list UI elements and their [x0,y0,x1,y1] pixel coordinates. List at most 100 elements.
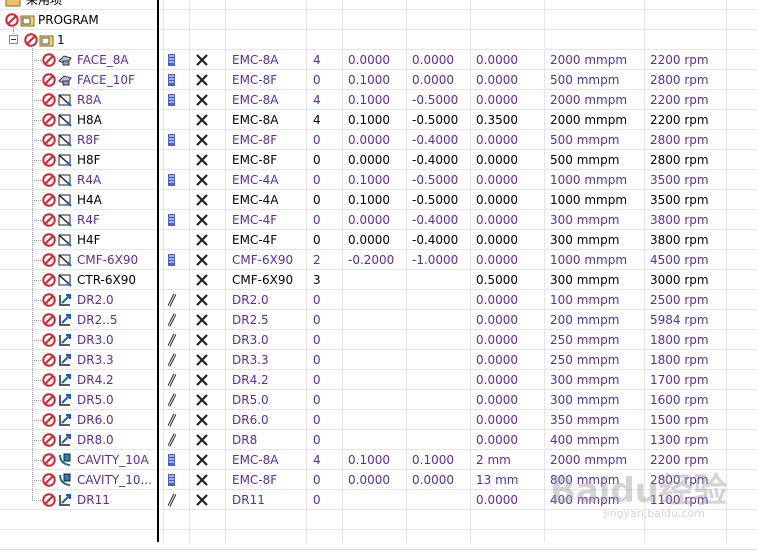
cell-rpm: 5984 rpm [650,313,709,327]
tree-connector [32,500,41,501]
path-icon [168,454,175,466]
cell-rpm: 2800 rpm [650,153,709,167]
x-mark-icon [196,274,208,286]
operation-row[interactable]: DR3.0 DR3.0 0 0.0000 250 mmpm 1800 rpm [0,330,757,350]
cell-rpm: 1800 rpm [650,353,709,367]
operation-row[interactable]: FACE_8A EMC-8A 4 0.0000 0.0000 0.0000 2000 mmp… [0,50,757,70]
tree-connector [32,44,33,501]
cell-b [408,270,412,290]
operation-row[interactable]: DR5.0 DR5.0 0 0.0000 300 mmpm 1600 rpm [0,390,757,410]
operation-row[interactable]: CAVITY_10A EMC-8A 4 0.1000 0.1000 2 mm 2000 mm… [0,450,757,470]
x-mark-icon [196,194,208,206]
tree-row-program[interactable]: PROGRAM [0,10,757,30]
cell-c: 0.0000 [476,93,518,107]
cell-a [344,330,348,350]
profile-icon [58,134,72,147]
operation-row[interactable]: R4F EMC-4F 0 0.0000 -0.4000 0.0000 300 mmpm 380… [0,210,757,230]
tree-connector [32,400,41,401]
cell-b [408,430,412,450]
cell-speed: 400 mmpm [550,433,620,447]
no-entry-icon [42,113,56,127]
no-entry-icon [42,333,56,347]
operation-row[interactable]: R4A EMC-4A 0 0.1000 -0.5000 0.0000 1000 mmpm 35… [0,170,757,190]
cell-speed: 250 mmpm [550,333,620,347]
cell-rpm: 2500 rpm [650,293,709,307]
cell-c: 0.0000 [476,253,518,267]
header-label: 采用项 [26,0,63,7]
operation-row[interactable]: DR4.2 DR4.2 0 0.0000 300 mmpm 1700 rpm [0,370,757,390]
drill-icon [59,494,71,506]
operation-row[interactable]: R8A EMC-8A 4 0.1000 -0.5000 0.0000 2000 mmpm 22… [0,90,757,110]
x-mark-icon [196,394,208,406]
x-mark-icon [196,454,208,466]
no-entry-icon [42,393,56,407]
cell-speed: 200 mmpm [550,313,620,327]
x-mark-icon [196,354,208,366]
operation-name: R8F [77,133,100,147]
cell-c: 0.5000 [476,273,518,287]
drill-icon [59,334,71,346]
cell-rpm: 3800 rpm [650,213,709,227]
operation-row[interactable]: H4A EMC-4A 0 0.1000 -0.5000 0.0000 1000 mmpm 35… [0,190,757,210]
drill-tool-icon [167,293,177,307]
tree-connector [32,420,41,421]
cell-a: 0.0000 [348,133,390,147]
program-folder-icon [20,15,35,27]
path-icon [168,134,175,146]
cell-speed: 1000 mmpm [550,193,628,207]
cell-a [344,350,348,370]
no-entry-icon [42,133,56,147]
cell-n: 4 [313,53,321,67]
tree-row-group-1[interactable]: 1 [0,30,757,50]
cell-speed: 2000 mmpm [550,453,628,467]
operation-row[interactable]: DR3.3 DR3.3 0 0.0000 250 mmpm 1800 rpm [0,350,757,370]
x-mark-icon [196,434,208,446]
operation-row[interactable]: H4F EMC-4F 0 0.0000 -0.4000 0.0000 300 mmpm 380… [0,230,757,250]
cell-speed: 100 mmpm [550,293,620,307]
cell-b: 0.0000 [412,473,454,487]
operation-row[interactable]: DR2..5 DR2.5 0 0.0000 200 mmpm 5984 rpm [0,310,757,330]
operation-row[interactable]: CTR-6X90 CMF-6X90 3 0.5000 300 mmpm 3000 rpm [0,270,757,290]
cell-rpm: 1800 rpm [650,333,709,347]
cell-a [344,270,348,290]
x-mark-icon [196,234,208,246]
cell-speed: 2000 mmpm [550,53,628,67]
cell-speed: 800 mmpm [550,473,620,487]
drill-tool-icon [167,333,177,347]
operation-name: DR2.0 [77,293,114,307]
cell-tool: EMC-8F [232,153,278,167]
cell-speed: 500 mmpm [550,73,620,87]
operation-row[interactable]: DR8.0 DR8 0 0.0000 400 mmpm 1300 rpm [0,430,757,450]
operation-row[interactable]: H8A EMC-8A 4 0.1000 -0.5000 0.3500 2000 mmpm 22… [0,110,757,130]
cell-b [408,390,412,410]
no-entry-icon [42,353,56,367]
tree-connector [32,280,41,281]
operation-row[interactable]: R8F EMC-8F 0 0.0000 -0.4000 0.0000 500 mmpm 280… [0,130,757,150]
collapse-toggle[interactable] [9,35,18,44]
drill-icon [59,434,71,446]
no-entry-icon [42,293,56,307]
cell-tool: DR6.0 [232,413,269,427]
operation-row[interactable]: CAVITY_10... EMC-8F 0 0.0000 0.0000 13 mm 800 … [0,470,757,490]
cell-tool: DR5.0 [232,393,269,407]
path-icon [168,74,175,86]
operation-name: CAVITY_10A [77,453,149,467]
cell-n: 0 [313,473,321,487]
column-divider [157,0,159,542]
cell-n: 0 [313,493,321,507]
operation-row[interactable]: DR2.0 DR2.0 0 0.0000 100 mmpm 2500 rpm [0,290,757,310]
operation-name: H4F [77,233,101,247]
operation-row[interactable]: DR6.0 DR6.0 0 0.0000 350 mmpm 1500 rpm [0,410,757,430]
cell-tool: DR11 [232,493,265,507]
cell-speed: 1000 mmpm [550,253,628,267]
cell-n: 0 [313,233,321,247]
x-mark-icon [196,214,208,226]
operation-row[interactable]: CMF-6X90 CMF-6X90 2 -0.2000 -1.0000 0.0000 100… [0,250,757,270]
tree-connector [32,220,41,221]
operation-name: DR6.0 [77,413,114,427]
operation-navigator: 采用项 PROGRAM 1 FACE_8A EMC-8A 4 0.0000 0.0000… [0,0,757,550]
cell-a: 0.0000 [348,53,390,67]
operation-row[interactable]: H8F EMC-8F 0 0.0000 -0.4000 0.0000 500 mmpm 280… [0,150,757,170]
cell-c: 0.0000 [476,373,518,387]
operation-row[interactable]: FACE_10F EMC-8F 0 0.1000 0.0000 0.0000 500 mmp… [0,70,757,90]
